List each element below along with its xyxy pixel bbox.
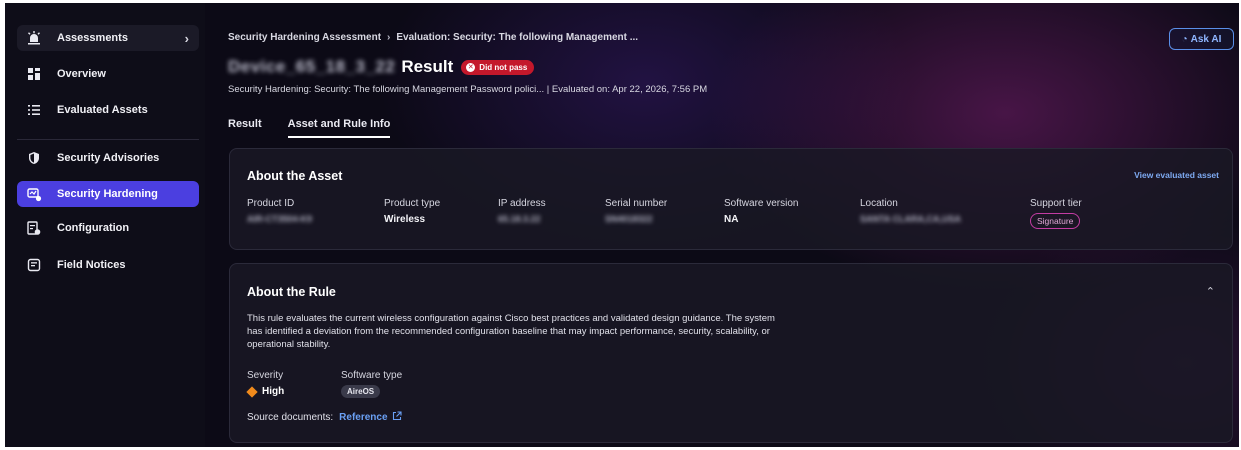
field-value: Wireless bbox=[384, 214, 426, 225]
dashboard-icon bbox=[25, 65, 43, 83]
source-documents: Source documents: Reference bbox=[247, 411, 402, 424]
sidebar-item-field-notices[interactable]: Field Notices bbox=[17, 252, 199, 278]
close-circle-icon: ✕ bbox=[466, 62, 476, 72]
ask-ai-button[interactable]: ◔ Ask AI bbox=[1169, 28, 1234, 50]
sidebar-divider bbox=[17, 139, 199, 140]
breadcrumb: Security Hardening Assessment › Evaluation… bbox=[228, 32, 638, 43]
sidebar-item-label: Security Advisories bbox=[57, 152, 160, 164]
list-icon bbox=[25, 101, 43, 119]
sidebar-item-label: Overview bbox=[57, 68, 106, 80]
assessment-icon bbox=[25, 29, 43, 47]
tab-result[interactable]: Result bbox=[228, 118, 262, 138]
field-product-id: Product ID AIR-CT3504-K9 bbox=[247, 198, 312, 224]
field-value: SANTA CLARA,CA,USA bbox=[860, 214, 961, 224]
chevron-right-icon: › bbox=[184, 30, 189, 46]
title-suffix: Result bbox=[401, 57, 454, 76]
field-location: Location SANTA CLARA,CA,USA bbox=[860, 198, 961, 224]
sidebar-item-security-hardening[interactable]: Security Hardening bbox=[17, 181, 199, 207]
field-value: SN4018322 bbox=[605, 214, 653, 224]
evaluation-subtitle: Security Hardening: Security: The follow… bbox=[228, 84, 708, 95]
field-label: Support tier bbox=[1030, 198, 1082, 209]
sidebar-item-label: Security Hardening bbox=[57, 188, 158, 200]
field-product-type: Product type Wireless bbox=[384, 198, 440, 225]
severity-value: High bbox=[246, 385, 285, 398]
sidebar-item-label: Field Notices bbox=[57, 259, 126, 271]
page-title: Device_65_18_3_22 Result ✕ Did not pass bbox=[228, 57, 535, 77]
device-name: Device_65_18_3_22 bbox=[228, 57, 396, 76]
asset-card-title: About the Asset bbox=[247, 169, 343, 183]
sidebar-item-evaluated-assets[interactable]: Evaluated Assets bbox=[17, 97, 199, 123]
field-ip-address: IP address 65.18.3.22 bbox=[498, 198, 546, 224]
ask-ai-label: Ask AI bbox=[1190, 33, 1222, 45]
source-label: Source documents: bbox=[247, 412, 334, 423]
sidebar-item-configuration[interactable]: Configuration bbox=[17, 215, 199, 241]
field-value: NA bbox=[724, 214, 739, 225]
sidebar-item-label: Configuration bbox=[57, 222, 130, 234]
rule-description: This rule evaluates the current wireless… bbox=[247, 313, 775, 350]
software-type-field: Software type AireOS bbox=[341, 370, 402, 399]
ai-sparkle-icon: ◔ bbox=[1181, 33, 1188, 45]
status-badge-label: Did not pass bbox=[479, 62, 528, 72]
breadcrumb-link[interactable]: Security Hardening Assessment bbox=[228, 32, 381, 43]
field-label: Product ID bbox=[247, 198, 295, 209]
status-badge: ✕ Did not pass bbox=[461, 59, 535, 75]
field-label: Location bbox=[860, 198, 898, 209]
sidebar: Assessments › Overview Evaluated Assets … bbox=[5, 3, 205, 447]
field-support-tier: Support tier Signature bbox=[1030, 198, 1082, 229]
severity-label: Severity bbox=[247, 370, 284, 381]
tab-bar: Result Asset and Rule Info bbox=[228, 118, 416, 138]
asset-card: About the Asset View evaluated asset Pro… bbox=[229, 148, 1233, 250]
field-value: 65.18.3.22 bbox=[498, 214, 541, 224]
notice-icon bbox=[25, 256, 43, 274]
reference-link[interactable]: Reference bbox=[339, 411, 402, 424]
rule-card-title: About the Rule bbox=[247, 285, 336, 299]
breadcrumb-separator: › bbox=[387, 32, 391, 43]
sidebar-item-label: Assessments bbox=[57, 32, 128, 44]
sidebar-item-security-advisories[interactable]: Security Advisories bbox=[17, 145, 199, 171]
field-value: AIR-CT3504-K9 bbox=[247, 214, 313, 224]
software-type-label: Software type bbox=[341, 370, 403, 381]
severity-text: High bbox=[262, 386, 285, 397]
field-label: IP address bbox=[498, 198, 546, 209]
sidebar-item-overview[interactable]: Overview bbox=[17, 61, 199, 87]
software-type-badge: AireOS bbox=[341, 385, 381, 398]
field-label: Serial number bbox=[605, 198, 668, 209]
hardening-icon bbox=[25, 185, 43, 203]
severity-field: Severity High bbox=[246, 370, 285, 398]
severity-diamond-icon bbox=[246, 385, 258, 398]
tab-asset-and-rule-info[interactable]: Asset and Rule Info bbox=[287, 118, 391, 138]
field-label: Product type bbox=[384, 198, 441, 209]
app-window: Assessments › Overview Evaluated Assets … bbox=[5, 3, 1239, 447]
breadcrumb-current: Evaluation: Security: The following Mana… bbox=[396, 32, 639, 43]
external-link-icon bbox=[392, 411, 402, 424]
shield-icon bbox=[25, 149, 43, 167]
view-evaluated-asset-link[interactable]: View evaluated asset bbox=[1134, 170, 1219, 180]
field-label: Software version bbox=[724, 198, 799, 209]
field-software-version: Software version NA bbox=[724, 198, 798, 225]
reference-link-label: Reference bbox=[339, 412, 388, 423]
rule-card: About the Rule ⌃ This rule evaluates the… bbox=[229, 263, 1233, 443]
field-serial-number: Serial number SN4018322 bbox=[605, 198, 667, 224]
support-tier-badge: Signature bbox=[1030, 213, 1081, 229]
sidebar-item-label: Evaluated Assets bbox=[57, 104, 148, 116]
config-icon bbox=[25, 219, 43, 237]
chevron-up-icon[interactable]: ⌃ bbox=[1206, 285, 1215, 298]
sidebar-item-assessments[interactable]: Assessments › bbox=[17, 25, 199, 51]
